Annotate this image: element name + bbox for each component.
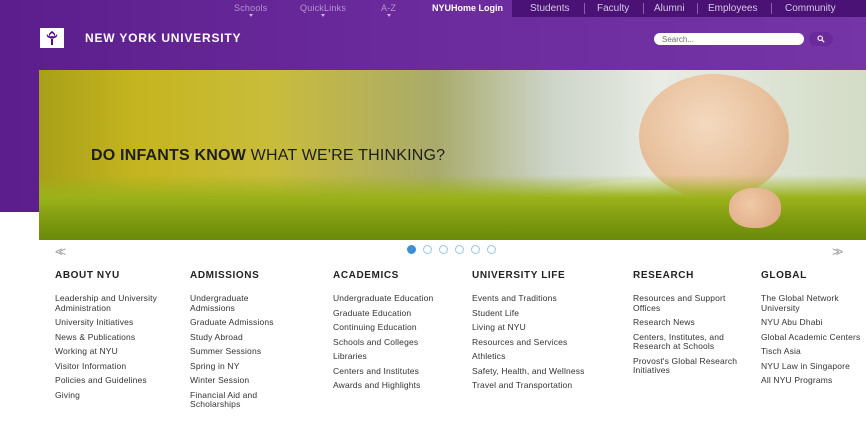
- footer-link[interactable]: Research News: [633, 317, 695, 327]
- footer-link[interactable]: Libraries: [333, 351, 367, 361]
- footer-link[interactable]: Summer Sessions: [190, 346, 261, 356]
- hero-slide[interactable]: DO INFANTS KNOW WHAT WE'RE THINKING?: [39, 70, 866, 240]
- hero-headline-rest: WHAT WE'RE THINKING?: [246, 147, 446, 164]
- footer-link[interactable]: Graduate Education: [333, 308, 411, 318]
- audience-employees[interactable]: Employees: [708, 3, 757, 14]
- footer-link[interactable]: Provost's Global Research Initiatives: [633, 356, 737, 376]
- audience-nav: Students Faculty Alumni Employees Commun…: [512, 0, 866, 17]
- footer-link[interactable]: Travel and Transportation: [472, 380, 572, 390]
- footer-link[interactable]: Study Abroad: [190, 332, 243, 342]
- column-heading[interactable]: ACADEMICS: [333, 270, 451, 281]
- nyu-logo[interactable]: [40, 28, 64, 48]
- footer-link[interactable]: Leadership and University Administration: [55, 293, 157, 313]
- quicklinks-label: QuickLinks: [300, 3, 347, 13]
- carousel-dot[interactable]: [487, 245, 496, 254]
- carousel-dot[interactable]: [471, 245, 480, 254]
- footer-link[interactable]: The Global Network University: [761, 293, 839, 313]
- column-heading[interactable]: ADMISSIONS: [190, 270, 290, 281]
- schools-dropdown[interactable]: Schools: [234, 3, 268, 17]
- audience-faculty[interactable]: Faculty: [597, 3, 629, 14]
- a-z-dropdown[interactable]: A-Z: [381, 3, 397, 17]
- column-heading[interactable]: UNIVERSITY LIFE: [472, 270, 600, 281]
- university-name[interactable]: NEW YORK UNIVERSITY: [85, 31, 241, 45]
- footer-link[interactable]: NYU Law in Singapore: [761, 361, 850, 371]
- schools-label: Schools: [234, 3, 268, 13]
- footer-link[interactable]: Athletics: [472, 351, 505, 361]
- divider: [697, 3, 698, 14]
- footer-link[interactable]: Events and Traditions: [472, 293, 557, 303]
- footer-link[interactable]: Giving: [55, 390, 80, 400]
- footer-link[interactable]: Resources and Support Offices: [633, 293, 725, 313]
- footer-link[interactable]: Student Life: [472, 308, 519, 318]
- hero-image-baby-hand: [729, 188, 781, 228]
- footer-link[interactable]: Safety, Health, and Wellness: [472, 366, 585, 376]
- footer-link[interactable]: Working at NYU: [55, 346, 118, 356]
- footer-link[interactable]: Tisch Asia: [761, 346, 801, 356]
- chevron-down-icon: [248, 14, 253, 17]
- footer-link[interactable]: Centers and Institutes: [333, 366, 419, 376]
- footer-link[interactable]: Undergraduate Education: [333, 293, 433, 303]
- carousel-dot[interactable]: [439, 245, 448, 254]
- footer-link[interactable]: Spring in NY: [190, 361, 240, 371]
- footer-link[interactable]: Awards and Highlights: [333, 380, 421, 390]
- carousel-prev-button[interactable]: <<: [55, 244, 66, 259]
- footer-link[interactable]: Centers, Institutes, and Research at Sch…: [633, 332, 724, 352]
- chevron-down-icon: [386, 14, 391, 17]
- audience-students[interactable]: Students: [530, 3, 569, 14]
- column-about-nyu: ABOUT NYU Leadership and University Admi…: [55, 270, 173, 405]
- footer-link[interactable]: Living at NYU: [472, 322, 526, 332]
- footer-link[interactable]: All NYU Programs: [761, 375, 832, 385]
- chevron-down-icon: [321, 14, 325, 17]
- hero-headline[interactable]: DO INFANTS KNOW WHAT WE'RE THINKING?: [91, 147, 445, 165]
- footer-link[interactable]: Policies and Guidelines: [55, 375, 147, 385]
- footer-link[interactable]: Undergraduate Admissions: [190, 293, 249, 313]
- footer-link[interactable]: News & Publications: [55, 332, 135, 342]
- divider: [584, 3, 585, 14]
- divider: [643, 3, 644, 14]
- nyuhome-login-link[interactable]: NYUHome Login: [432, 3, 503, 13]
- carousel-dot[interactable]: [423, 245, 432, 254]
- column-global: GLOBAL The Global Network University NYU…: [761, 270, 861, 391]
- divider: [771, 3, 772, 14]
- column-heading[interactable]: RESEARCH: [633, 270, 745, 281]
- footer-link[interactable]: Resources and Services: [472, 337, 567, 347]
- column-university-life: UNIVERSITY LIFE Events and Traditions St…: [472, 270, 600, 396]
- carousel-next-button[interactable]: >>: [832, 244, 843, 259]
- column-heading[interactable]: GLOBAL: [761, 270, 861, 281]
- column-admissions: ADMISSIONS Undergraduate Admissions Grad…: [190, 270, 290, 415]
- column-research: RESEARCH Resources and Support Offices R…: [633, 270, 745, 381]
- carousel-dot[interactable]: [407, 245, 416, 254]
- column-academics: ACADEMICS Undergraduate Education Gradua…: [333, 270, 451, 396]
- quicklinks-dropdown[interactable]: QuickLinks: [300, 3, 347, 17]
- footer-link[interactable]: Graduate Admissions: [190, 317, 274, 327]
- footer-link[interactable]: NYU Abu Dhabi: [761, 317, 822, 327]
- footer-link[interactable]: University Initiatives: [55, 317, 133, 327]
- footer-link[interactable]: Continuing Education: [333, 322, 417, 332]
- audience-community[interactable]: Community: [785, 3, 836, 14]
- footer-link[interactable]: Winter Session: [190, 375, 249, 385]
- a-z-label: A-Z: [381, 3, 397, 13]
- search-icon: [817, 35, 825, 43]
- footer-link[interactable]: Financial Aid and Scholarships: [190, 390, 257, 410]
- top-nav: Schools QuickLinks A-Z NYUHome Login Stu…: [0, 0, 866, 18]
- hero-headline-bold: DO INFANTS KNOW: [91, 147, 246, 164]
- footer-link[interactable]: Global Academic Centers: [761, 332, 860, 342]
- footer-link[interactable]: Schools and Colleges: [333, 337, 418, 347]
- audience-alumni[interactable]: Alumni: [654, 3, 685, 14]
- torch-icon: [46, 31, 58, 45]
- column-heading[interactable]: ABOUT NYU: [55, 270, 173, 281]
- footer-link[interactable]: Visitor Information: [55, 361, 126, 371]
- carousel-dot[interactable]: [455, 245, 464, 254]
- search-input[interactable]: [654, 33, 804, 45]
- search-button[interactable]: [809, 32, 833, 46]
